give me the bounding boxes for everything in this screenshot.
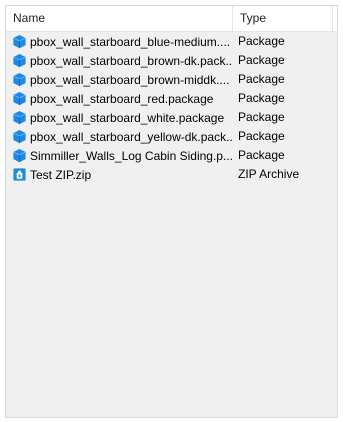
file-name-cell: pbox_wall_starboard_yellow-dk.pack... (12, 127, 233, 146)
file-row[interactable]: pbox_wall_starboard_yellow-dk.pack... Pa… (6, 127, 337, 146)
file-type: ZIP Archive (238, 167, 300, 181)
file-type: Package (238, 72, 285, 86)
file-name: pbox_wall_starboard_white.package (30, 110, 225, 125)
file-row[interactable]: pbox_wall_starboard_red.package Package (6, 89, 337, 108)
file-name-cell: pbox_wall_starboard_blue-medium.... (12, 32, 233, 51)
file-name: Simmiller_Walls_Log Cabin Siding.p... (30, 148, 233, 163)
file-list: pbox_wall_starboard_blue-medium.... Pack… (6, 32, 337, 184)
file-name: pbox_wall_starboard_yellow-dk.pack... (30, 129, 233, 144)
file-name: pbox_wall_starboard_brown-dk.pack... (30, 53, 233, 68)
file-type: Package (238, 91, 285, 105)
package-icon (13, 110, 26, 125)
file-name-cell: pbox_wall_starboard_white.package (12, 108, 233, 127)
file-name-cell: pbox_wall_starboard_brown-dk.pack... (12, 51, 233, 70)
package-icon (13, 72, 26, 87)
file-name: pbox_wall_starboard_brown-middk.... (30, 72, 230, 87)
file-type: Package (238, 148, 285, 162)
column-header-type[interactable]: Type (233, 6, 333, 32)
file-name-cell: pbox_wall_starboard_brown-middk.... (12, 70, 233, 89)
file-name: Test ZIP.zip (30, 167, 92, 182)
column-header-filler (333, 6, 340, 32)
package-icon (13, 53, 26, 68)
file-name-cell: Test ZIP.zip (12, 165, 233, 184)
file-list-panel: Name Type pbox_wall_starboard_blue-mediu… (5, 5, 338, 418)
file-row[interactable]: pbox_wall_starboard_blue-medium.... Pack… (6, 32, 337, 51)
package-icon (13, 148, 26, 163)
column-header-name[interactable]: Name (6, 6, 233, 32)
file-row[interactable]: Test ZIP.zip ZIP Archive (6, 165, 337, 184)
package-icon (13, 129, 26, 144)
package-icon (13, 91, 26, 106)
column-header-bar: Name Type (6, 6, 337, 32)
file-name: pbox_wall_starboard_red.package (30, 91, 214, 106)
file-row[interactable]: Simmiller_Walls_Log Cabin Siding.p... Pa… (6, 146, 337, 165)
file-type: Package (238, 34, 285, 48)
file-row[interactable]: pbox_wall_starboard_brown-middk.... Pack… (6, 70, 337, 89)
file-name-cell: pbox_wall_starboard_red.package (12, 89, 233, 108)
file-type: Package (238, 129, 285, 143)
file-name-cell: Simmiller_Walls_Log Cabin Siding.p... (12, 146, 233, 165)
file-row[interactable]: pbox_wall_starboard_white.package Packag… (6, 108, 337, 127)
file-row[interactable]: pbox_wall_starboard_brown-dk.pack... Pac… (6, 51, 337, 70)
zip-archive-icon (13, 168, 26, 181)
file-type: Package (238, 53, 285, 67)
file-type: Package (238, 110, 285, 124)
package-icon (13, 34, 26, 49)
file-name: pbox_wall_starboard_blue-medium.... (30, 34, 231, 49)
